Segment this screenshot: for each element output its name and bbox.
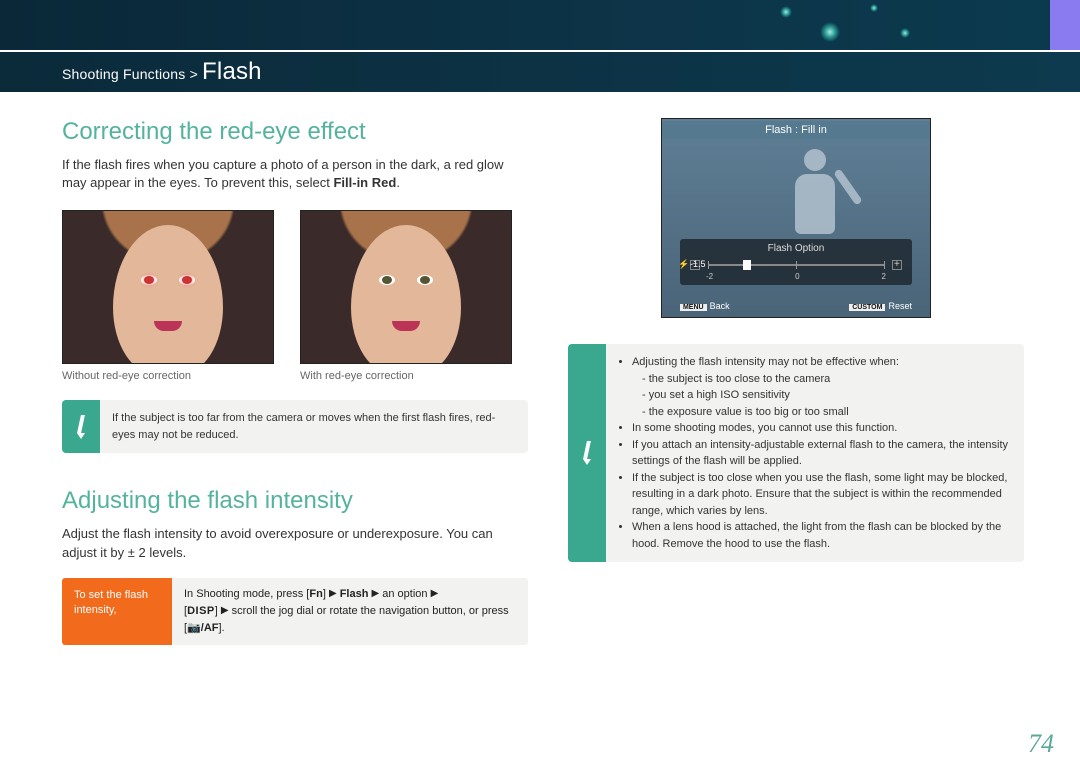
note-redeye: If the subject is too far from the camer… xyxy=(62,400,528,453)
reset-hint: CUSTOMReset xyxy=(849,301,912,311)
header-decor xyxy=(0,0,1080,50)
note2-s2: you set a high ISO sensitivity xyxy=(642,387,1012,404)
plus-icon: + xyxy=(892,260,902,270)
note2-l4: If the subject is too close when you use… xyxy=(632,470,1012,520)
breadcrumb-sep: > xyxy=(190,66,198,82)
fn-key: Fn xyxy=(309,588,322,600)
side-tab xyxy=(1050,0,1080,50)
tick-neg2: -2 xyxy=(706,272,713,281)
note-redeye-text: If the subject is too far from the camer… xyxy=(100,400,528,453)
cam-title: Flash : Fill in xyxy=(662,121,930,139)
note-icon xyxy=(62,400,100,453)
intro-redeye: If the flash fires when you capture a ph… xyxy=(62,156,528,192)
back-hint: MENUBack xyxy=(680,301,730,311)
note2-l2: In some shooting modes, you cannot use t… xyxy=(632,420,1012,437)
right-arrow-icon: ▶ xyxy=(221,605,229,616)
heading-redeye: Correcting the red-eye effect xyxy=(62,118,528,146)
panel-title: Flash Option xyxy=(688,243,904,254)
disp-key: DISP xyxy=(187,605,215,617)
menu-key: MENU xyxy=(680,304,707,311)
breadcrumb: Shooting Functions > Flash xyxy=(62,58,262,86)
intro1a: If the flash fires when you capture a ph… xyxy=(62,157,504,190)
note-intensity: Adjusting the flash intensity may not be… xyxy=(568,344,1024,562)
intro-intensity: Adjust the flash intensity to avoid over… xyxy=(62,525,528,561)
camera-screen-mock: Flash : Fill in Flash Option ⚡ − + -1.5 xyxy=(661,118,931,318)
ok-af-key: 📷/AF xyxy=(187,622,218,634)
caption-without: Without red-eye correction xyxy=(62,370,274,382)
note-icon xyxy=(568,344,606,562)
instruction-body: In Shooting mode, press [Fn] ▶ Flash ▶ a… xyxy=(172,578,528,645)
intro1c: . xyxy=(396,175,400,190)
fill-in-red-term: Fill-in Red xyxy=(333,175,396,190)
instruction-box: To set the flash intensity, In Shooting … xyxy=(62,578,528,645)
note2-s1: the subject is too close to the camera xyxy=(642,371,1012,388)
page-number: 74 xyxy=(1028,729,1054,759)
tick-0: 0 xyxy=(795,272,799,281)
note2-l3: If you attach an intensity-adjustable ex… xyxy=(632,437,1012,470)
heading-intensity: Adjusting the flash intensity xyxy=(62,487,528,515)
caption-with: With red-eye correction xyxy=(300,370,512,382)
right-arrow-icon: ▶ xyxy=(329,588,337,599)
slider-value: -1.5 xyxy=(690,259,706,269)
instruction-label: To set the flash intensity, xyxy=(62,578,172,645)
flash-option-panel: Flash Option ⚡ − + -1.5 -2 0 2 xyxy=(680,239,912,285)
custom-key: CUSTOM xyxy=(849,304,885,311)
note2-l1: Adjusting the flash intensity may not be… xyxy=(632,354,1012,371)
note2-l5: When a lens hood is attached, the light … xyxy=(632,519,1012,552)
flash-bolt-icon: ⚡ xyxy=(678,259,689,270)
breadcrumb-section: Shooting Functions xyxy=(62,66,185,82)
breadcrumb-page: Flash xyxy=(202,58,262,85)
note2-s3: the exposure value is too big or too sma… xyxy=(642,404,1012,421)
photo-with-correction: With red-eye correction xyxy=(300,210,512,382)
note-intensity-text: Adjusting the flash intensity may not be… xyxy=(606,344,1024,562)
slider-thumb[interactable] xyxy=(743,260,751,270)
photo-without-correction: Without red-eye correction xyxy=(62,210,274,382)
right-arrow-icon: ▶ xyxy=(431,588,439,599)
flash-ev-slider[interactable]: ⚡ − + -1.5 xyxy=(708,258,884,272)
tick-2: 2 xyxy=(882,272,886,281)
